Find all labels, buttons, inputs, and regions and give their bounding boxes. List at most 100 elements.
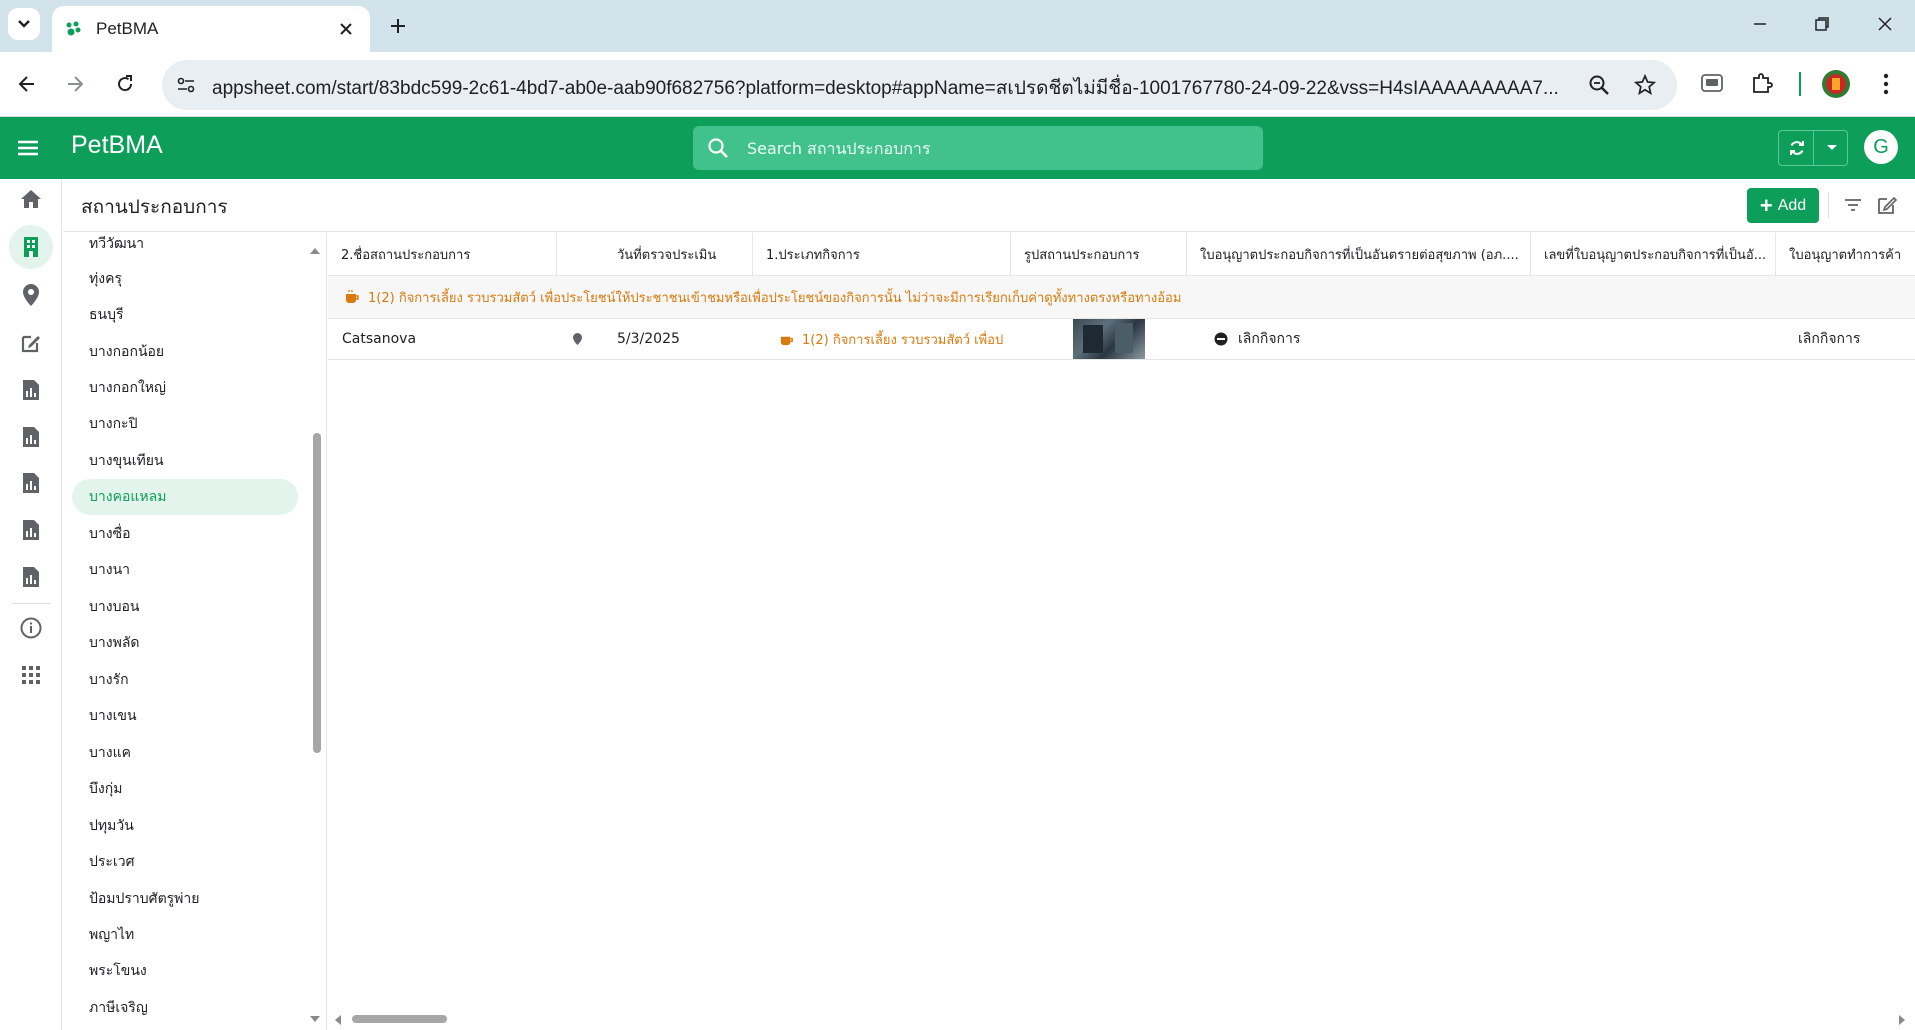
column-header[interactable]: ใบอนุญาตทำการค้า bbox=[1776, 233, 1915, 276]
search-bar[interactable] bbox=[693, 126, 1263, 170]
minimize-icon[interactable] bbox=[1740, 8, 1780, 40]
nav-rail bbox=[0, 179, 62, 1030]
group-item-selected[interactable]: บางคอแหลม bbox=[72, 479, 298, 515]
report-icon[interactable] bbox=[9, 461, 53, 505]
group-item[interactable]: ปทุมวัน bbox=[72, 808, 298, 844]
coffee-cup-icon bbox=[346, 290, 359, 303]
caret-down-icon[interactable] bbox=[1814, 131, 1849, 165]
column-header[interactable]: เลขที่ใบอนุญาตประกอบกิจการที่เป็นอั... bbox=[1531, 233, 1776, 276]
header-divider bbox=[1828, 192, 1829, 218]
puzzle-icon[interactable] bbox=[1744, 66, 1780, 102]
group-item[interactable]: บางบอน bbox=[72, 589, 298, 625]
scroll-up-icon[interactable] bbox=[309, 247, 321, 255]
data-table: 2.ชื่อสถานประกอบการ วันที่ตรวจประเมิน 1.… bbox=[328, 233, 1915, 1030]
home-icon[interactable] bbox=[9, 177, 53, 221]
close-window-icon[interactable] bbox=[1865, 8, 1905, 40]
group-item[interactable]: ภาษีเจริญ bbox=[72, 990, 298, 1026]
group-item[interactable]: บางกอกน้อย bbox=[72, 334, 298, 370]
apps-grid-icon[interactable] bbox=[9, 653, 53, 697]
search-icon bbox=[708, 138, 728, 158]
group-item[interactable]: ธนบุรี bbox=[72, 297, 298, 333]
browser-tab[interactable]: PetBMA bbox=[52, 6, 370, 52]
scroll-left-icon[interactable] bbox=[334, 1014, 342, 1026]
group-item[interactable]: บางกอกใหญ่ bbox=[72, 370, 298, 406]
scrollbar-thumb[interactable] bbox=[313, 433, 321, 753]
tab-list-icon[interactable] bbox=[8, 8, 40, 40]
address-bar[interactable]: appsheet.com/start/83bdc599-2c61-4bd7-ab… bbox=[162, 60, 1677, 110]
avatar[interactable]: G bbox=[1864, 130, 1898, 164]
profile-icon[interactable] bbox=[1818, 66, 1854, 102]
group-item[interactable]: พญาไท bbox=[72, 917, 298, 953]
group-item[interactable]: บางรัก bbox=[72, 662, 298, 698]
menu-icon[interactable] bbox=[12, 133, 44, 163]
browser-tab-strip: PetBMA bbox=[0, 0, 1915, 52]
search-input[interactable] bbox=[747, 136, 1247, 160]
map-pin-icon[interactable] bbox=[572, 319, 592, 359]
page-header: สถานประกอบการ + Add bbox=[63, 179, 1915, 232]
close-icon[interactable] bbox=[334, 17, 358, 41]
group-item[interactable]: ทวีวัฒนา bbox=[72, 233, 298, 262]
app-header: PetBMA G bbox=[0, 117, 1915, 179]
scrollbar-thumb[interactable] bbox=[352, 1015, 447, 1023]
cell-name: Catsanova bbox=[342, 331, 417, 347]
report-icon[interactable] bbox=[9, 508, 53, 552]
info-icon[interactable] bbox=[9, 606, 53, 650]
group-item[interactable]: พระโขนง bbox=[72, 953, 298, 989]
cell-type-label: 1(2) กิจการเลี้ยง รวบรวมสัตว์ เพื่อป... bbox=[802, 332, 1004, 348]
add-button[interactable]: + Add bbox=[1747, 188, 1819, 223]
scroll-right-icon[interactable] bbox=[1898, 1014, 1906, 1026]
tab-title: PetBMA bbox=[96, 19, 159, 38]
table-row[interactable]: Catsanova 5/3/2025 1(2) กิจการเลี้ยง รวบ… bbox=[328, 319, 1915, 360]
forward-arrow-icon[interactable] bbox=[57, 66, 93, 102]
star-icon[interactable] bbox=[1632, 72, 1658, 98]
app-favicon-icon bbox=[66, 21, 81, 36]
edit-icon[interactable] bbox=[1874, 192, 1900, 218]
column-header[interactable]: ใบอนุญาตประกอบกิจการที่เป็นอันตรายต่อสุข… bbox=[1187, 233, 1531, 276]
report-icon[interactable] bbox=[9, 368, 53, 412]
page-title: สถานประกอบการ bbox=[81, 196, 228, 218]
plus-icon[interactable] bbox=[382, 10, 414, 42]
coffee-cup-icon bbox=[780, 336, 793, 345]
sync-button[interactable] bbox=[1778, 130, 1848, 166]
group-item[interactable]: บางนา bbox=[72, 552, 298, 588]
establishment-photo[interactable] bbox=[1073, 319, 1145, 359]
column-header[interactable]: วันที่ตรวจประเมิน bbox=[557, 233, 753, 276]
group-list: ทวีวัฒนา ทุ่งครุ ธนบุรี บางกอกน้อย บางกอ… bbox=[63, 233, 327, 1030]
edit-icon[interactable] bbox=[9, 321, 53, 365]
app-title: PetBMA bbox=[71, 131, 163, 159]
group-item[interactable]: ประเวศ bbox=[72, 844, 298, 880]
map-pin-icon[interactable] bbox=[9, 273, 53, 317]
back-arrow-icon[interactable] bbox=[9, 66, 45, 102]
group-item[interactable]: บางพลัด bbox=[72, 625, 298, 661]
group-item[interactable]: ทุ่งครุ bbox=[72, 261, 298, 297]
group-item[interactable]: บางแค bbox=[72, 735, 298, 771]
restore-icon[interactable] bbox=[1802, 8, 1842, 40]
cell-type: 1(2) กิจการเลี้ยง รวบรวมสัตว์ เพื่อป... bbox=[779, 319, 1004, 359]
group-item[interactable]: บางกะปิ bbox=[72, 406, 298, 442]
group-item[interactable]: ป้อมปราบศัตรูพ่าย bbox=[72, 881, 298, 917]
toolbar-divider bbox=[1799, 72, 1801, 96]
group-item[interactable]: บางซื่อ bbox=[72, 516, 298, 552]
zoom-icon[interactable] bbox=[1586, 72, 1612, 98]
column-header[interactable]: รูปสถานประกอบการ bbox=[1011, 233, 1187, 276]
browser-toolbar: appsheet.com/start/83bdc599-2c61-4bd7-ab… bbox=[0, 52, 1915, 117]
column-header[interactable]: 2.ชื่อสถานประกอบการ bbox=[328, 233, 557, 276]
table-horizontal-scrollbar[interactable] bbox=[328, 1008, 1915, 1030]
sync-icon[interactable] bbox=[1779, 131, 1814, 165]
report-icon[interactable] bbox=[9, 415, 53, 459]
url-text[interactable]: appsheet.com/start/83bdc599-2c61-4bd7-ab… bbox=[212, 73, 1562, 103]
group-header-row[interactable]: 1(2) กิจการเลี้ยง รวบรวมสัตว์ เพื่อประโย… bbox=[328, 276, 1915, 319]
site-info-icon[interactable] bbox=[174, 73, 198, 97]
group-item[interactable]: บางขุนเทียน bbox=[72, 443, 298, 479]
extension-icon[interactable] bbox=[1694, 66, 1730, 102]
report-icon[interactable] bbox=[9, 555, 53, 599]
rail-divider bbox=[12, 603, 50, 604]
group-item[interactable]: บึงกุ่ม bbox=[72, 771, 298, 807]
reload-icon[interactable] bbox=[107, 66, 143, 102]
kebab-menu-icon[interactable] bbox=[1868, 66, 1904, 102]
filter-icon[interactable] bbox=[1840, 192, 1866, 218]
group-item[interactable]: บางเขน bbox=[72, 698, 298, 734]
building-icon[interactable] bbox=[9, 225, 53, 269]
scroll-down-icon[interactable] bbox=[309, 1015, 321, 1023]
column-header[interactable]: 1.ประเภทกิจการ bbox=[753, 233, 1011, 276]
